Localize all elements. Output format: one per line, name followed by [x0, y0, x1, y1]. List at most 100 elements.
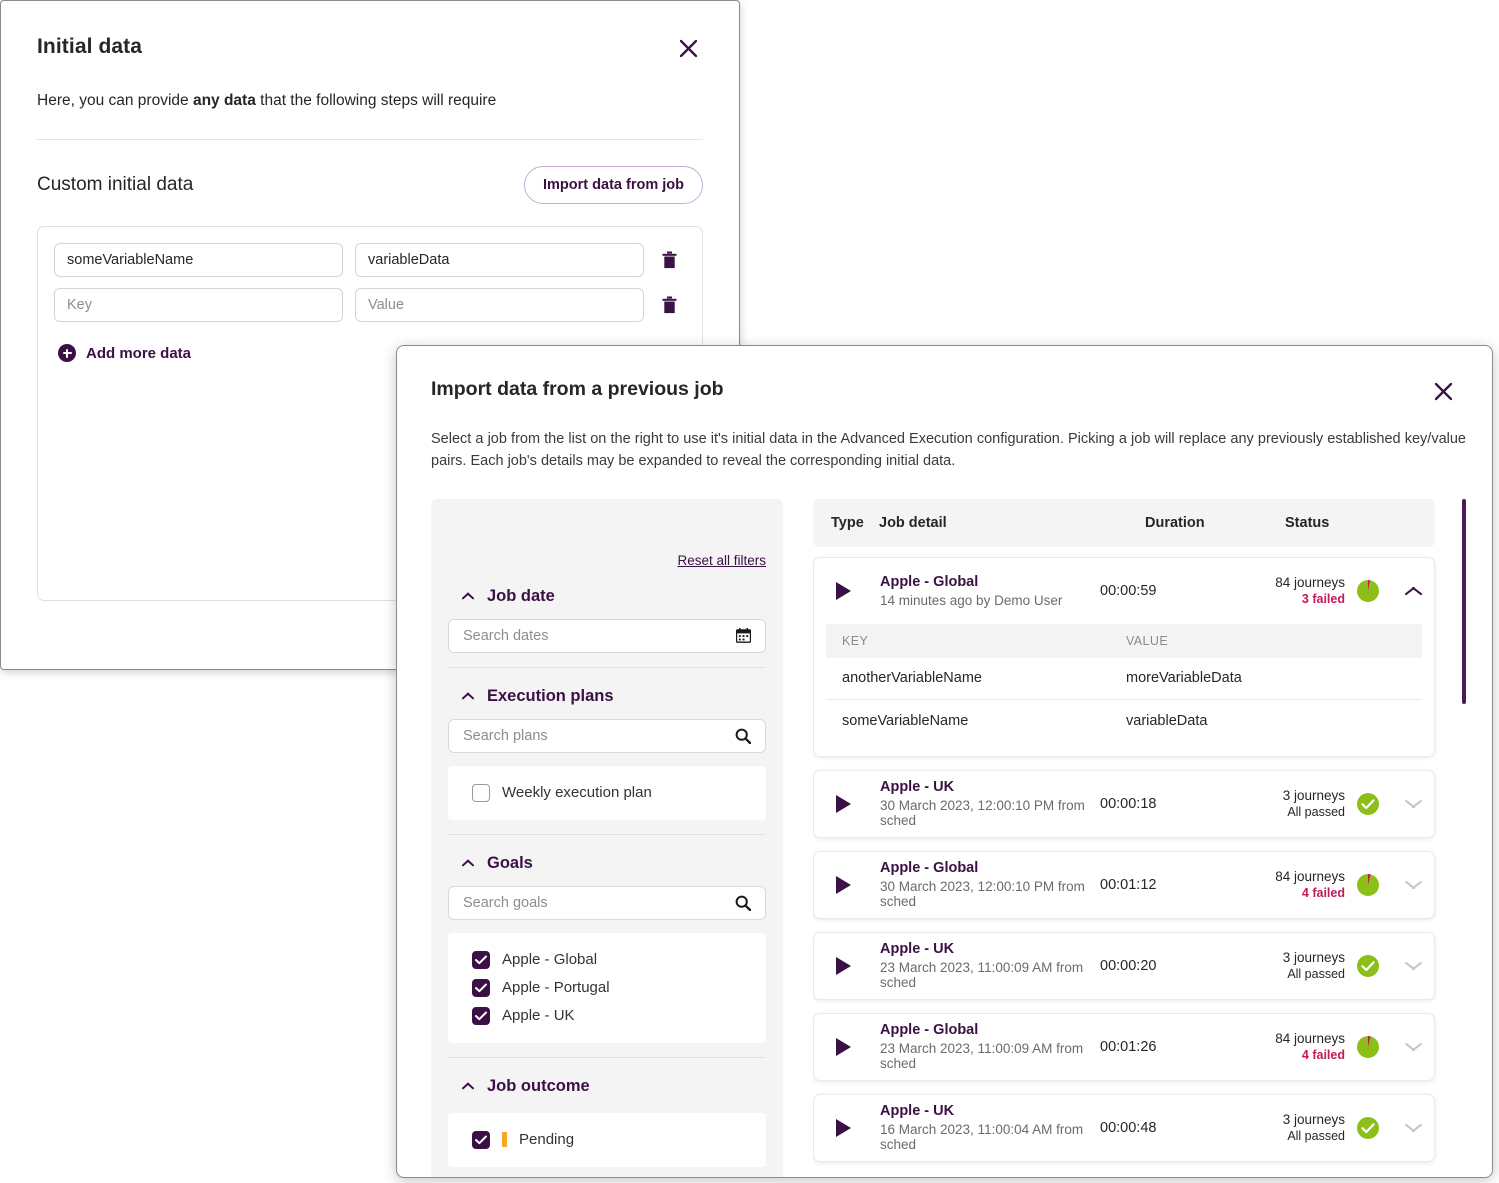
job-type-cell: [814, 957, 880, 975]
play-icon[interactable]: [836, 795, 851, 813]
job-status-cell: 3 journeys All passed: [1240, 788, 1390, 819]
value-input[interactable]: [355, 288, 644, 322]
table-row[interactable]: Apple - UK 16 March 2023, 11:00:04 AM fr…: [813, 1094, 1435, 1162]
checkbox-checked-icon[interactable]: [472, 1007, 490, 1025]
job-meta: 23 March 2023, 11:00:09 AM from sched: [880, 960, 1100, 990]
column-header-duration: Duration: [1145, 515, 1285, 531]
custom-initial-data-section-header: Custom initial data Import data from job: [37, 166, 703, 204]
filter-group-execution-plans-header[interactable]: Execution plans: [448, 683, 766, 710]
expand-row-button[interactable]: [1390, 1123, 1434, 1133]
expand-row-button[interactable]: [1390, 799, 1434, 809]
import-data-from-job-button[interactable]: Import data from job: [524, 166, 703, 204]
import-job-dialog: Import data from a previous job Select a…: [396, 345, 1493, 1178]
chevron-down-icon: [1404, 961, 1421, 971]
search-goals-box: [448, 886, 766, 920]
search-goals-input[interactable]: [461, 894, 733, 912]
job-duration: 00:00:18: [1100, 796, 1240, 812]
jobs-list-scrollbar[interactable]: [1462, 499, 1466, 704]
delete-row-icon[interactable]: [656, 245, 682, 275]
divider: [448, 1057, 766, 1058]
filter-option-weekly-execution-plan[interactable]: Weekly execution plan: [448, 779, 766, 807]
play-icon[interactable]: [836, 1038, 851, 1056]
job-name[interactable]: Apple - UK: [880, 941, 1100, 957]
search-icon[interactable]: [733, 893, 753, 913]
chevron-up-icon: [1404, 586, 1421, 596]
pie-partial-icon: [1356, 579, 1380, 603]
job-type-cell: [814, 876, 880, 894]
goals-options: Apple - Global Apple - Portugal: [448, 933, 766, 1043]
job-duration: 00:00:48: [1100, 1120, 1240, 1136]
job-outcome-options: Pending: [448, 1113, 766, 1167]
filter-option-pending[interactable]: Pending: [448, 1126, 766, 1154]
table-row[interactable]: Apple - Global 23 March 2023, 11:00:09 A…: [813, 1013, 1435, 1081]
job-name[interactable]: Apple - UK: [880, 1103, 1100, 1119]
close-icon[interactable]: [673, 33, 703, 63]
checkbox-unchecked-icon[interactable]: [472, 784, 490, 802]
chevron-down-icon: [1404, 1042, 1421, 1052]
play-icon[interactable]: [836, 957, 851, 975]
jobs-table-header: Type Job detail Duration Status: [813, 499, 1435, 547]
job-journeys-count: 84 journeys: [1275, 869, 1345, 884]
filter-group-job-date-header[interactable]: Job date: [448, 583, 766, 610]
job-detail-cell: Apple - Global 23 March 2023, 11:00:09 A…: [880, 1022, 1100, 1071]
filter-group-goals-header[interactable]: Goals: [448, 850, 766, 877]
search-plans-input[interactable]: [461, 727, 733, 745]
reset-all-filters-link[interactable]: Reset all filters: [677, 553, 766, 568]
play-icon[interactable]: [836, 582, 851, 600]
filter-group-job-outcome: Job outcome Pending: [448, 1073, 766, 1167]
key-value-row: [54, 288, 686, 322]
filter-group-goals: Goals: [448, 850, 766, 1058]
kv-value: variableData: [1126, 713, 1422, 729]
kv-value: moreVariableData: [1126, 670, 1422, 686]
calendar-icon[interactable]: [733, 626, 753, 646]
check-circle-icon: [1356, 954, 1380, 978]
divider: [448, 834, 766, 835]
search-dates-input[interactable]: [461, 627, 733, 645]
section-title: Custom initial data: [37, 174, 193, 196]
filter-group-job-outcome-header[interactable]: Job outcome: [448, 1073, 766, 1100]
kv-key: someVariableName: [826, 713, 1126, 729]
job-result: All passed: [1283, 1129, 1345, 1143]
job-journeys-count: 3 journeys: [1283, 950, 1345, 965]
job-name[interactable]: Apple - Global: [880, 860, 1100, 876]
delete-row-icon[interactable]: [656, 290, 682, 320]
play-icon[interactable]: [836, 1119, 851, 1137]
checkbox-checked-icon[interactable]: [472, 979, 490, 997]
description-strong: any data: [193, 92, 256, 109]
filter-option-apple-global[interactable]: Apple - Global: [448, 946, 766, 974]
job-status-cell: 3 journeys All passed: [1240, 950, 1390, 981]
job-journeys-count: 84 journeys: [1275, 575, 1345, 590]
expand-row-button[interactable]: [1390, 961, 1434, 971]
table-row[interactable]: Apple - Global 30 March 2023, 12:00:10 P…: [813, 851, 1435, 919]
filter-option-apple-portugal[interactable]: Apple - Portugal: [448, 974, 766, 1002]
table-row[interactable]: Apple - UK 30 March 2023, 12:00:10 PM fr…: [813, 770, 1435, 838]
expand-row-button[interactable]: [1390, 1042, 1434, 1052]
expand-row-button[interactable]: [1390, 880, 1434, 890]
search-icon[interactable]: [733, 726, 753, 746]
table-row[interactable]: Apple - Global 14 minutes ago by Demo Us…: [813, 557, 1435, 757]
column-header-key: KEY: [826, 634, 1126, 648]
job-meta: 30 March 2023, 12:00:10 PM from sched: [880, 798, 1100, 828]
collapse-row-button[interactable]: [1390, 586, 1434, 596]
jobs-list: Apple - Global 14 minutes ago by Demo Us…: [813, 557, 1435, 1162]
kv-key: anotherVariableName: [826, 670, 1126, 686]
job-name[interactable]: Apple - UK: [880, 779, 1100, 795]
checkbox-checked-icon[interactable]: [472, 1131, 490, 1149]
job-status-cell: 84 journeys 3 failed: [1240, 575, 1390, 606]
table-row[interactable]: Apple - UK 23 March 2023, 11:00:09 AM fr…: [813, 932, 1435, 1000]
filter-group-job-date: Job date: [448, 583, 766, 668]
filter-option-apple-uk[interactable]: Apple - UK: [448, 1002, 766, 1030]
job-result: 4 failed: [1275, 1048, 1345, 1062]
checkbox-checked-icon[interactable]: [472, 951, 490, 969]
column-header-status: Status: [1285, 515, 1435, 531]
job-name[interactable]: Apple - Global: [880, 1022, 1100, 1038]
value-input[interactable]: [355, 243, 644, 277]
filter-option-label: Apple - UK: [502, 1007, 575, 1024]
job-duration: 00:00:20: [1100, 958, 1240, 974]
key-input[interactable]: [54, 243, 343, 277]
close-icon[interactable]: [1428, 376, 1458, 406]
play-icon[interactable]: [836, 876, 851, 894]
job-name[interactable]: Apple - Global: [880, 574, 1100, 590]
key-value-row: [54, 243, 686, 277]
key-input[interactable]: [54, 288, 343, 322]
